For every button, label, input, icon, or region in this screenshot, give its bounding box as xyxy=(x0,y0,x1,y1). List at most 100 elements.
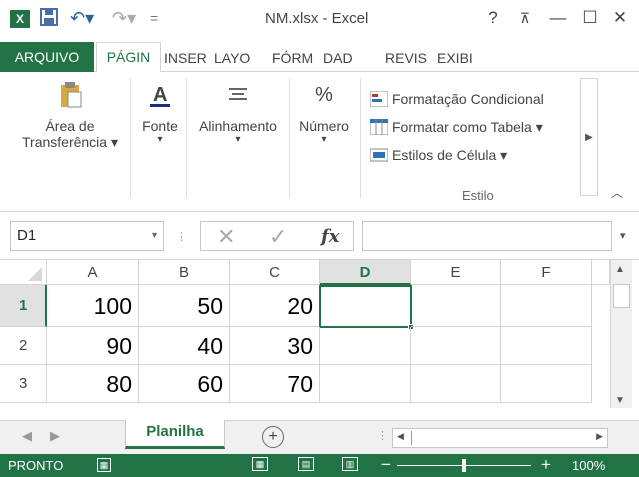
cell-e3[interactable] xyxy=(411,365,501,403)
name-box-dropdown-icon[interactable]: ▾ xyxy=(152,222,157,250)
enter-icon[interactable]: ✓ xyxy=(269,224,287,250)
row-header-3[interactable]: 3 xyxy=(0,365,47,403)
cell-f1[interactable] xyxy=(501,285,592,327)
cell-a3[interactable]: 80 xyxy=(47,365,139,403)
column-header-a[interactable]: A xyxy=(47,260,139,285)
customize-toolbar-button[interactable]: = xyxy=(150,8,158,28)
normal-view-icon[interactable]: ▦ xyxy=(252,457,268,471)
cell-e2[interactable] xyxy=(411,327,501,365)
expand-formula-bar-icon[interactable]: ▾ xyxy=(620,229,626,242)
cell-c2[interactable]: 30 xyxy=(230,327,320,365)
undo-button[interactable]: ↶▾ xyxy=(70,8,94,28)
cell-e1[interactable] xyxy=(411,285,501,327)
macro-record-icon[interactable]: ▦ xyxy=(97,458,111,472)
vertical-scrollbar[interactable]: ▲ ▼ xyxy=(610,260,632,408)
redo-button[interactable]: ↷▾ xyxy=(112,8,136,28)
formula-input[interactable] xyxy=(362,221,612,251)
alignment-group[interactable]: Alinhamento ▾ xyxy=(188,80,288,145)
sheet-next-icon[interactable]: ▶ xyxy=(50,428,60,444)
scroll-up-icon[interactable]: ▲ xyxy=(615,264,625,275)
format-as-table-button[interactable]: Formatar como Tabela ▾ xyxy=(370,116,543,138)
horizontal-scroll-thumb[interactable] xyxy=(411,431,425,445)
vertical-scroll-thumb[interactable] xyxy=(613,284,630,308)
sheet-prev-icon[interactable]: ◀ xyxy=(22,428,32,444)
zoom-in-button[interactable]: + xyxy=(541,455,551,475)
scroll-right-icon[interactable]: ▶ xyxy=(596,431,603,442)
clipboard-label-1: Área de xyxy=(45,118,95,134)
cell-f3[interactable] xyxy=(501,365,592,403)
tab-split-handle[interactable]: ⋮ xyxy=(377,429,388,442)
column-header-g[interactable] xyxy=(592,260,610,285)
name-box[interactable]: D1 ▾ xyxy=(10,221,164,251)
row-header-1[interactable]: 1 xyxy=(0,285,47,327)
number-group[interactable]: % Número ▾ xyxy=(291,80,357,145)
zoom-out-button[interactable]: − xyxy=(381,455,391,475)
cell-styles-icon xyxy=(370,148,388,162)
sheet-tab-active[interactable]: Planilha xyxy=(125,420,225,449)
maximize-button[interactable]: ☐ xyxy=(577,6,603,30)
select-all-button[interactable] xyxy=(0,260,47,285)
status-bar: PRONTO ▦ ▦ ▤ ▥ − + 100% xyxy=(0,454,639,477)
zoom-slider-thumb[interactable] xyxy=(462,459,466,472)
tab-review[interactable]: REVIS xyxy=(385,45,427,72)
cell-styles-label: Estilos de Célula ▾ xyxy=(392,147,508,163)
clipboard-label-2: Transferência ▾ xyxy=(22,134,118,150)
ribbon-scroll-right-button[interactable]: ▶ xyxy=(580,78,598,196)
page-layout-view-icon[interactable]: ▤ xyxy=(298,457,314,471)
tab-layout[interactable]: LAYO xyxy=(214,45,250,72)
format-as-table-label: Formatar como Tabela ▾ xyxy=(392,119,543,135)
insert-function-icon[interactable]: fx xyxy=(321,226,339,247)
window-title: NM.xlsx - Excel xyxy=(265,10,369,27)
help-button[interactable]: ? xyxy=(480,6,506,30)
column-header-c[interactable]: C xyxy=(230,260,320,285)
add-sheet-icon[interactable]: + xyxy=(262,426,284,448)
cell-a1[interactable]: 100 xyxy=(47,285,139,327)
tab-file[interactable]: ARQUIVO xyxy=(0,42,94,72)
conditional-formatting-label: Formatação Condicional xyxy=(392,91,544,107)
tab-formulas[interactable]: FÓRM xyxy=(272,45,313,72)
tab-page-layout-active[interactable]: PÁGIN xyxy=(96,42,161,73)
page-break-view-icon[interactable]: ▥ xyxy=(342,457,358,471)
number-label: Número xyxy=(299,118,349,134)
column-header-f[interactable]: F xyxy=(501,260,592,285)
formula-bar-grip[interactable]: ⋮ xyxy=(176,230,187,243)
collapse-ribbon-button[interactable]: ︿ xyxy=(611,184,623,201)
minimize-button[interactable]: — xyxy=(545,6,571,30)
number-dropdown-arrow: ▾ xyxy=(321,134,327,145)
excel-logo-icon: X xyxy=(10,10,30,28)
close-button[interactable]: ✕ xyxy=(607,6,633,30)
ribbon-display-options-button[interactable]: ⊼ xyxy=(512,6,538,30)
zoom-level[interactable]: 100% xyxy=(572,458,605,473)
cell-d2[interactable] xyxy=(320,327,411,365)
alignment-label: Alinhamento xyxy=(199,118,277,134)
scroll-left-icon[interactable]: ◀ xyxy=(397,431,404,442)
tab-insert[interactable]: INSER xyxy=(164,45,207,72)
scroll-down-icon[interactable]: ▼ xyxy=(615,395,625,406)
cell-d3[interactable] xyxy=(320,365,411,403)
tab-data[interactable]: DAD xyxy=(323,45,353,72)
cell-b1[interactable]: 50 xyxy=(139,285,230,327)
cancel-icon[interactable]: ✕ xyxy=(217,224,235,250)
clipboard-group[interactable]: Área de Transferência ▾ xyxy=(10,80,130,151)
format-as-table-icon xyxy=(370,119,388,135)
cell-styles-button[interactable]: Estilos de Célula ▾ xyxy=(370,144,507,166)
font-group[interactable]: A Fonte ▾ xyxy=(134,80,186,145)
percent-icon: % xyxy=(315,84,333,106)
row-header-2[interactable]: 2 xyxy=(0,327,47,365)
horizontal-scrollbar[interactable]: ◀ ▶ xyxy=(392,428,608,448)
cell-f2[interactable] xyxy=(501,327,592,365)
cell-c3[interactable]: 70 xyxy=(230,365,320,403)
cell-b2[interactable]: 40 xyxy=(139,327,230,365)
cell-b3[interactable]: 60 xyxy=(139,365,230,403)
sheet-tab-bar: ◀ ▶ Planilha + ⋮ ◀ ▶ xyxy=(0,420,639,454)
styles-group-label: Estilo xyxy=(462,188,494,203)
column-header-b[interactable]: B xyxy=(139,260,230,285)
conditional-formatting-button[interactable]: Formatação Condicional xyxy=(370,88,544,110)
cell-c1[interactable]: 20 xyxy=(230,285,320,327)
column-header-d[interactable]: D xyxy=(320,260,411,285)
tab-view[interactable]: EXIBI xyxy=(437,45,473,72)
cell-a2[interactable]: 90 xyxy=(47,327,139,365)
save-icon[interactable] xyxy=(40,8,58,30)
column-header-e[interactable]: E xyxy=(411,260,501,285)
cell-d1-active[interactable] xyxy=(319,285,414,330)
